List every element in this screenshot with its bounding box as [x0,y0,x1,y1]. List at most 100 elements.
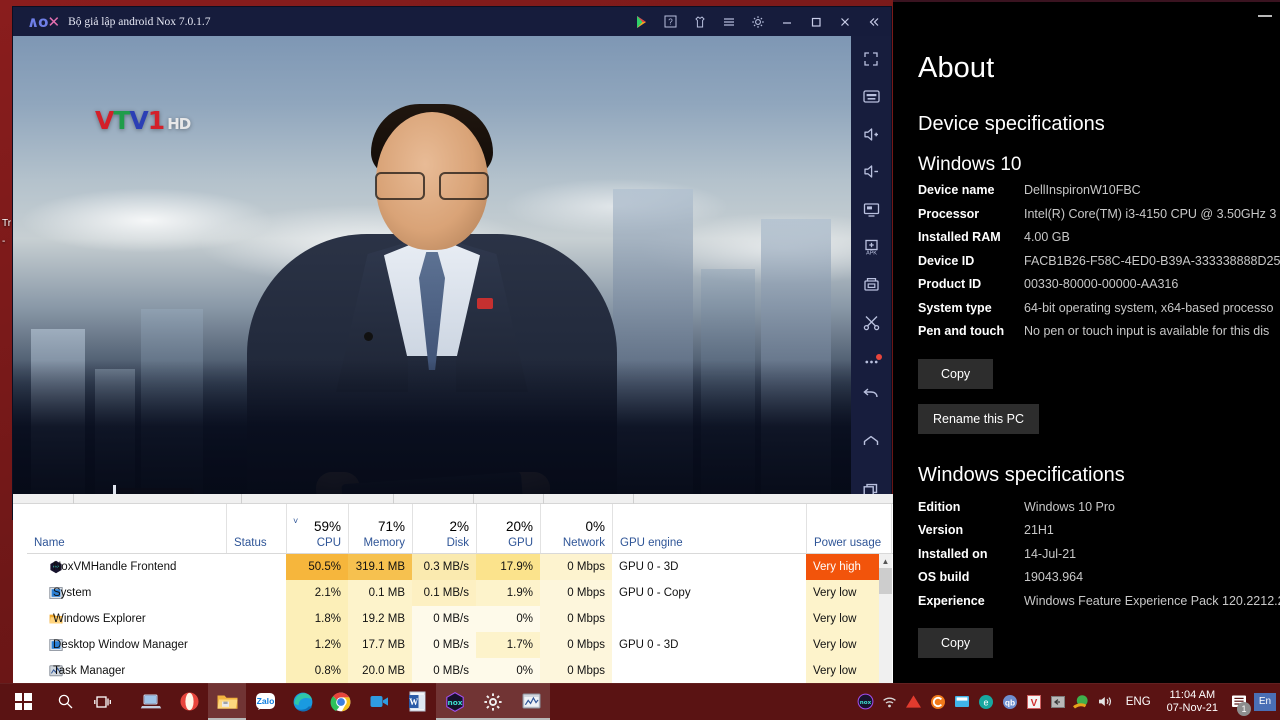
edge-tray-icon[interactable]: e [974,683,998,720]
avg-icon[interactable] [902,683,926,720]
volume-icon[interactable] [1094,683,1118,720]
settings-gear-icon[interactable] [474,683,512,720]
cell-network: 0 Mbps [540,606,612,632]
keyboard-icon[interactable] [851,82,891,112]
chrome-icon[interactable] [322,683,360,720]
remote-desktop-icon[interactable] [132,683,170,720]
column-header-name[interactable]: Name [27,504,226,553]
table-row[interactable]: NoxVMHandle Frontend 50.5% 319.1 MB 0.3 MB/… [27,554,893,580]
table-row[interactable]: System 2.1% 0.1 MB 0.1 MB/s 1.9% 0 Mbps GPU 0 … [27,580,893,606]
minimize-icon[interactable] [1258,15,1272,17]
cell-status [226,658,286,684]
nox-titlebar: ∧ο✕ Bộ giả lập android Nox 7.0.1.7 ? [13,7,891,36]
nox-tray-icon[interactable]: nox [854,683,878,720]
shirt-icon[interactable] [686,8,713,35]
storage-icon[interactable] [950,683,974,720]
column-header-powert[interactable]: P [891,504,893,553]
cell-disk: 0 MB/s [412,606,476,632]
column-header-cpu[interactable]: 59% CPU ˅ [286,504,348,553]
zalo-icon[interactable]: Zalo [246,683,284,720]
column-header-status[interactable]: Status [226,504,286,553]
ime-indicator[interactable]: En [1254,692,1276,711]
task-manager-icon[interactable] [512,683,550,720]
qbittorrent-icon[interactable]: qb [998,683,1022,720]
task-view-icon[interactable] [84,683,122,720]
taskbar-clock[interactable]: 11:04 AM 07-Nov-21 [1159,689,1226,715]
help-icon[interactable]: ? [657,8,684,35]
edge-icon[interactable] [284,683,322,720]
safely-remove-icon[interactable] [1046,683,1070,720]
copy-device-specs-button[interactable]: Copy [918,358,994,389]
vtv1-channel-logo: VTV1 HD [95,106,191,135]
spec-row-os-build: OS build 19043.964 [918,566,1280,590]
spec-value: FACB1B26-F58C-4ED0-B39A-333338888D25 [1024,253,1280,268]
gear-icon[interactable] [744,8,771,35]
menu-icon[interactable] [715,8,742,35]
scrollbar-thumb[interactable] [879,568,892,594]
ccleaner-icon[interactable] [926,683,950,720]
os-name: Windows 10 [918,154,1022,175]
spec-key: System type [918,300,992,315]
news-anchor-microphone [364,332,373,341]
spec-value: Windows 10 Pro [1024,499,1116,514]
emulator-screen[interactable]: VTV1HD 11:02 [13,36,851,519]
column-header-power[interactable]: Power usage [806,504,891,553]
cell-cpu: 0.8% [286,658,348,684]
minimize-icon[interactable] [773,8,800,35]
spec-key: Product ID [918,277,982,291]
file-explorer-icon[interactable] [208,683,246,720]
table-body: NoxVMHandle Frontend 50.5% 319.1 MB 0.3 MB/… [27,554,893,696]
rename-pc-button[interactable]: Rename this PC [918,403,1040,434]
table-header-row: Name Status 59% CPU ˅ 71% Memory 2% Disk 20% GPU 0%… [27,504,893,554]
word-icon[interactable]: W [398,683,436,720]
google-play-icon[interactable] [628,8,655,35]
language-indicator[interactable]: ENG [1118,696,1159,708]
table-scrollbar[interactable]: ▲ [879,554,892,696]
home-icon[interactable] [851,423,891,461]
install-apk-icon[interactable]: APK [851,232,891,262]
spec-row-system-type: System type 64-bit operating system, x64… [918,297,1280,321]
scissors-icon[interactable] [851,307,891,337]
nox-icon[interactable]: nox [436,683,474,720]
cell-disk: 0.1 MB/s [412,580,476,606]
action-center-icon[interactable]: 1 [1226,683,1252,720]
cell-engine [612,606,806,632]
table-row[interactable]: Desktop Window Manager 1.2% 17.7 MB 0 MB/s 1… [27,632,893,658]
screenshot-icon[interactable] [851,194,891,224]
cell-disk: 0 MB/s [412,658,476,684]
column-label-memory: Memory [363,537,405,549]
camera-icon[interactable] [360,683,398,720]
column-header-memory[interactable]: 71% Memory [348,504,412,553]
shared-folder-icon[interactable] [851,270,891,300]
cell-name: Task Manager [53,665,126,677]
more-icon[interactable] [851,345,891,375]
search-icon[interactable] [46,683,84,720]
volume-up-icon[interactable] [851,119,891,149]
table-row[interactable]: Task Manager 0.8% 20.0 MB 0 MB/s 0% 0 Mbps Ver… [27,658,893,684]
spec-row-product-id: Product ID 00330-80000-00000-AA316 [918,273,1280,297]
column-header-network[interactable]: 0% Network [540,504,612,553]
spec-value: 64-bit operating system, x64-based proce… [1024,300,1274,315]
cell-status [226,580,286,606]
column-header-gpu[interactable]: 20% GPU [476,504,540,553]
idm-icon[interactable] [1070,683,1094,720]
spec-row-installed-ram: Installed RAM 4.00 GB [918,226,1280,250]
close-icon[interactable] [831,8,858,35]
wifi-icon[interactable] [878,683,902,720]
spec-row-version: Version 21H1 [918,519,1280,543]
volume-down-icon[interactable] [851,157,891,187]
table-row[interactable]: Windows Explorer 1.8% 19.2 MB 0 MB/s 0% 0 Mbp… [27,606,893,632]
back-icon[interactable] [851,375,891,413]
vlc-icon[interactable]: V [1022,683,1046,720]
start-button[interactable] [0,683,46,720]
scroll-up-arrow[interactable]: ▲ [879,554,892,568]
task-manager-tabstrip[interactable] [13,494,893,504]
column-header-disk[interactable]: 2% Disk [412,504,476,553]
opera-icon[interactable] [170,683,208,720]
cell-memory: 20.0 MB [348,658,412,684]
collapse-icon[interactable] [860,8,887,35]
maximize-icon[interactable] [802,8,829,35]
column-header-engine[interactable]: GPU engine [612,504,806,553]
copy-windows-specs-button[interactable]: Copy [918,628,994,658]
fullscreen-icon[interactable] [851,44,891,74]
